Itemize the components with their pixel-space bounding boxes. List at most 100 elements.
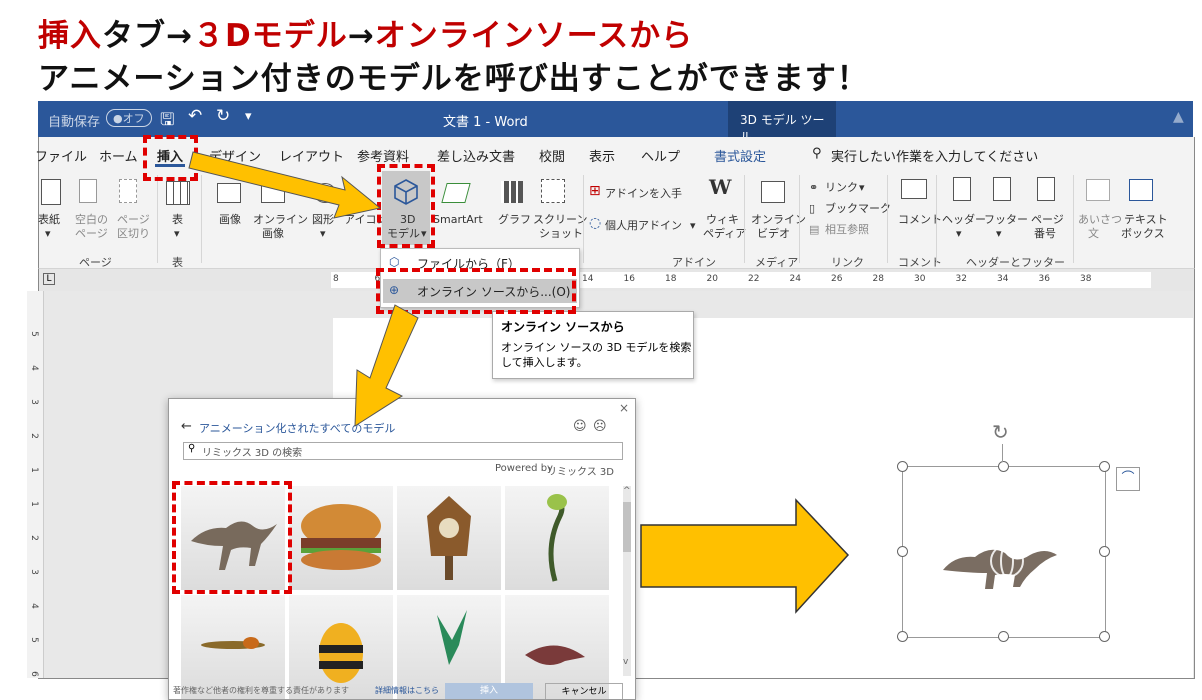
page-break-button[interactable]: ページ <box>117 213 150 226</box>
online-video-button[interactable]: オンライン <box>751 213 806 226</box>
footer-button[interactable]: フッター <box>984 213 1028 226</box>
resize-handle[interactable] <box>897 546 908 557</box>
crossref-button[interactable]: 相互参照 <box>825 223 869 236</box>
back-link[interactable]: アニメーション化されたすべてのモデル <box>199 420 395 436</box>
ruler-tick-label: 22 <box>748 274 760 284</box>
cover-chevron-icon: ▾ <box>45 227 51 240</box>
greeting-button[interactable]: あいさつ <box>1078 213 1122 226</box>
table-chevron-icon: ▾ <box>174 227 180 240</box>
resize-handle[interactable] <box>897 461 908 472</box>
undo-icon[interactable]: ↶ <box>188 106 202 126</box>
chart-button[interactable]: グラフ <box>498 213 531 226</box>
online-picture-button[interactable]: オンライン <box>253 213 308 226</box>
shapes-button[interactable]: 図形 <box>312 213 334 226</box>
link-chevron-icon: ▾ <box>859 181 865 194</box>
close-icon[interactable]: × <box>619 401 629 415</box>
my-addins-button[interactable]: 個人用アドイン <box>605 219 682 232</box>
model-thumb-wasp[interactable] <box>181 595 285 699</box>
tab-file[interactable]: ファイル <box>35 146 87 165</box>
online-picture-icon <box>261 183 285 203</box>
scroll-up-icon[interactable]: ^ <box>623 486 631 496</box>
blank-page-icon <box>79 179 97 203</box>
vruler-tick-label: 3 <box>28 569 39 575</box>
resize-handle[interactable] <box>998 631 1009 642</box>
tab-mailings[interactable]: 差し込み文書 <box>437 146 515 165</box>
cover-page-icon <box>41 179 61 205</box>
table-button[interactable]: 表 <box>172 213 183 226</box>
bookmark-button[interactable]: ブックマーク <box>825 202 891 215</box>
search-field[interactable]: ⚲ リミックス 3D の検索 <box>183 442 623 460</box>
model-thumb-cuckoo-clock[interactable] <box>397 486 501 590</box>
get-addins-button[interactable]: アドインを入手 <box>605 187 682 200</box>
qat-dropdown-icon[interactable]: ▾ <box>245 109 252 124</box>
caption-insert: 挿入 <box>38 18 102 54</box>
frown-icon[interactable]: ☹ <box>593 419 607 434</box>
tab-layout[interactable]: レイアウト <box>279 146 344 165</box>
tab-references[interactable]: 参考資料 <box>357 146 409 165</box>
model-thumb-plant[interactable] <box>505 486 609 590</box>
redo-icon[interactable]: ↻ <box>216 106 230 126</box>
header-button[interactable]: ヘッダー <box>942 213 986 226</box>
model-thumb-burger[interactable] <box>289 486 393 590</box>
horizontal-ruler: L 8668101214161820222426283032343638 <box>38 269 1195 291</box>
scrollbar-thumb[interactable] <box>623 502 631 552</box>
vruler-tick-label: 5 <box>28 637 39 643</box>
model-thumb-bee[interactable] <box>289 595 393 699</box>
tab-design[interactable]: デザイン <box>209 146 261 165</box>
autosave-toggle[interactable]: ●オフ <box>106 109 152 127</box>
user-icon[interactable]: ▲ <box>1173 109 1184 125</box>
ruler-tick-label: 24 <box>789 274 801 284</box>
tab-review[interactable]: 校閲 <box>539 146 565 165</box>
tell-me-input[interactable]: 実行したい作業を入力してください <box>831 146 1038 165</box>
powered-by-label: Powered by <box>495 463 553 474</box>
blank-page-label-2: ページ <box>75 227 108 240</box>
resize-handle[interactable] <box>998 461 1009 472</box>
smartart-button[interactable]: SmartArt <box>433 213 483 226</box>
resize-handle[interactable] <box>1099 461 1110 472</box>
smile-icon[interactable]: ☺ <box>573 419 587 434</box>
picture-button[interactable]: 画像 <box>219 213 241 226</box>
save-icon[interactable]: 🖫 <box>160 107 174 136</box>
tooltip-title: オンライン ソースから <box>501 320 625 334</box>
tab-help[interactable]: ヘルプ <box>641 146 680 165</box>
blank-page-button[interactable]: 空白の <box>75 213 108 226</box>
online-video-label-2: ビデオ <box>757 227 790 240</box>
cancel-button[interactable]: キャンセル <box>545 683 623 699</box>
insert-button[interactable]: 挿入 <box>445 683 533 699</box>
link-icon: ⚭ <box>809 181 819 194</box>
ribbon-tabs: ファイル ホーム 挿入 デザイン レイアウト 参考資料 差し込み文書 校閲 表示… <box>35 137 1195 169</box>
search-input[interactable]: リミックス 3D の検索 <box>202 444 302 459</box>
resize-handle[interactable] <box>1099 546 1110 557</box>
search-icon[interactable]: ⚲ <box>812 146 822 161</box>
textbox-button[interactable]: テキスト <box>1124 213 1168 226</box>
tab-selector-icon[interactable]: L <box>43 273 55 285</box>
tab-view[interactable]: 表示 <box>589 146 615 165</box>
my-addins-chevron-icon: ▾ <box>690 219 696 232</box>
learn-more-link[interactable]: 詳細情報はこちら <box>375 685 439 696</box>
folder-cube-icon: ⬡ <box>389 255 400 269</box>
link-button[interactable]: リンク <box>825 181 858 194</box>
scroll-down-icon[interactable]: v <box>623 657 628 667</box>
screenshot-button[interactable]: スクリーン <box>533 213 587 226</box>
resize-handle[interactable] <box>1099 631 1110 642</box>
autosave-label: 自動保存 <box>48 115 101 130</box>
scrollbar[interactable] <box>623 486 631 676</box>
layout-options-icon[interactable]: ⌒ <box>1116 467 1140 491</box>
cover-page-button[interactable]: 表紙 <box>38 213 60 226</box>
vruler-tick-label: 4 <box>28 365 39 371</box>
autosave-state: オフ <box>122 112 145 125</box>
wikipedia-button[interactable]: ウィキ <box>706 213 739 226</box>
separator <box>744 175 745 263</box>
tab-format[interactable]: 書式設定 <box>714 146 766 165</box>
resize-handle[interactable] <box>897 631 908 642</box>
rotate-handle-icon[interactable]: ↻ <box>992 420 1009 444</box>
screenshot-label-2: ショット <box>539 227 583 240</box>
page-number-button[interactable]: ページ <box>1031 213 1064 226</box>
wikipedia-label-2: ペディア <box>703 227 747 240</box>
textbox-label-2: ボックス <box>1121 227 1165 240</box>
header-icon <box>953 177 971 201</box>
tab-home[interactable]: ホーム <box>99 146 138 165</box>
page-number-icon <box>1037 177 1055 201</box>
footer-chevron-icon: ▾ <box>996 227 1002 240</box>
back-arrow-icon[interactable]: ← <box>181 419 192 434</box>
